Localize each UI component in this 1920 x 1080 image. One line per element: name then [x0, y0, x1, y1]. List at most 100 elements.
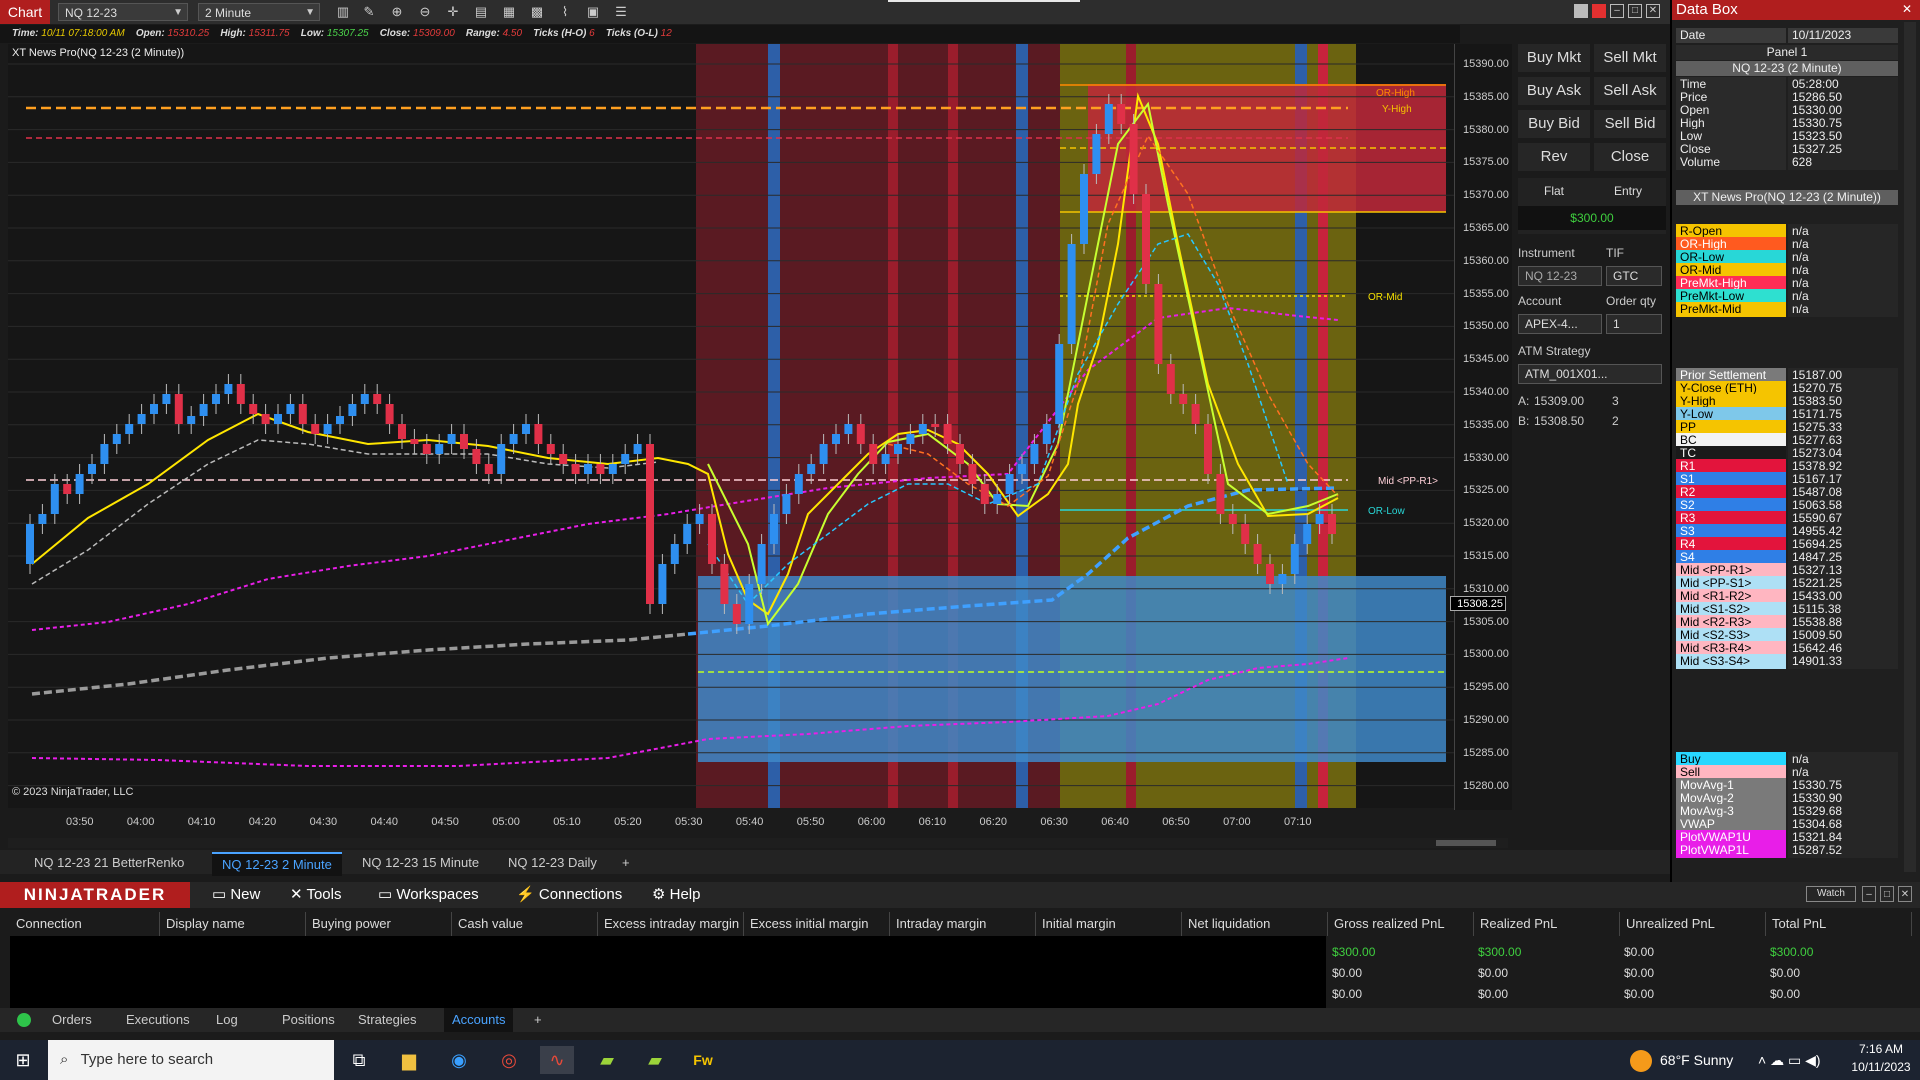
app-icon-1[interactable]: ▰: [590, 1046, 624, 1074]
add-tab-button[interactable]: +: [612, 852, 640, 874]
column-header[interactable]: Display name: [160, 912, 306, 936]
column-header[interactable]: Intraday margin: [890, 912, 1036, 936]
link-button[interactable]: [1592, 4, 1606, 18]
cc-tab-orders[interactable]: Orders: [44, 1008, 100, 1032]
close-icon[interactable]: ✕: [1900, 2, 1914, 16]
price-tick: 15340.00: [1463, 386, 1509, 398]
tray-icons[interactable]: ˄ ☁ ▭ ◀): [1758, 1040, 1821, 1080]
candle-body: [75, 474, 84, 494]
zoom-in-icon[interactable]: ⊕: [386, 3, 408, 21]
price-tick: 15320.00: [1463, 517, 1509, 530]
column-header[interactable]: Excess intraday margin: [598, 912, 744, 936]
scrollbar-thumb[interactable]: [1436, 840, 1496, 846]
tab-daily[interactable]: NQ 12-23 Daily: [498, 852, 607, 874]
templates-icon[interactable]: ▣: [582, 3, 604, 21]
menu-connections[interactable]: ⚡ Connections: [516, 882, 622, 908]
account-select-value: APEX-4...: [1525, 317, 1578, 331]
chart-window-label[interactable]: Chart: [0, 0, 50, 24]
candle-body: [1166, 364, 1175, 394]
order-qty-input[interactable]: 1: [1606, 314, 1662, 334]
column-header[interactable]: Realized PnL: [1474, 912, 1620, 936]
column-header[interactable]: Net liquidation: [1182, 912, 1328, 936]
app-icon-2[interactable]: ▰: [638, 1046, 672, 1074]
order-qty-value: 1: [1613, 317, 1620, 331]
column-header[interactable]: Cash value: [452, 912, 598, 936]
price-axis[interactable]: 15390.00 15385.00 15380.00 15375.00 15370.00…: [1454, 44, 1513, 810]
account-select[interactable]: APEX-4...: [1518, 314, 1602, 334]
minimize-icon[interactable]: –: [1862, 886, 1876, 902]
maximize-icon[interactable]: □: [1628, 4, 1642, 18]
sell-ask-button[interactable]: Sell Ask: [1594, 77, 1666, 105]
buy-market-button[interactable]: Buy Mkt: [1518, 44, 1590, 72]
candle-body: [844, 424, 853, 434]
price-chart-plot[interactable]: OR-High Y-High OR-Mid Mid <PP-R1> OR-Low: [8, 44, 1454, 808]
candle-body: [38, 514, 47, 524]
tif-select[interactable]: GTC: [1606, 266, 1662, 286]
column-header[interactable]: Buying power: [306, 912, 452, 936]
chrome-icon[interactable]: ◎: [492, 1046, 526, 1074]
buy-bid-button[interactable]: Buy Bid: [1518, 110, 1590, 138]
tab-2-minute[interactable]: NQ 12-23 2 Minute: [212, 852, 342, 876]
candle-body: [212, 394, 220, 404]
instrument-select[interactable]: NQ 12-23: [1518, 266, 1602, 286]
tab-15-minute[interactable]: NQ 12-23 15 Minute: [352, 852, 489, 874]
column-header[interactable]: Initial margin: [1036, 912, 1182, 936]
plug-icon: ⚡: [516, 886, 539, 903]
ninjatrader-app-icon[interactable]: ∿: [540, 1046, 574, 1074]
instrument-selector[interactable]: NQ 12-23 ▼: [58, 3, 188, 21]
sell-market-button[interactable]: Sell Mkt: [1594, 44, 1666, 72]
close-position-button[interactable]: Close: [1594, 143, 1666, 171]
label-or-low: OR-Low: [1368, 506, 1405, 517]
buy-ask-button[interactable]: Buy Ask: [1518, 77, 1590, 105]
watch-button[interactable]: Watch: [1806, 886, 1856, 902]
atm-strategy-select[interactable]: ATM_001X01...: [1518, 364, 1662, 384]
maximize-icon[interactable]: □: [1880, 886, 1894, 902]
column-header[interactable]: Excess initial margin: [744, 912, 890, 936]
fireworks-icon[interactable]: Fw: [686, 1046, 720, 1074]
column-header[interactable]: Unrealized PnL: [1620, 912, 1766, 936]
horizontal-scrollbar[interactable]: [8, 838, 1508, 848]
task-view-icon[interactable]: ⧉: [342, 1046, 376, 1074]
menu-workspaces[interactable]: ▭ Workspaces: [378, 882, 479, 908]
sell-bid-button[interactable]: Sell Bid: [1594, 110, 1666, 138]
close-icon[interactable]: ✕: [1646, 4, 1660, 18]
ask-price: 15309.00: [1534, 394, 1585, 408]
candle-body: [1328, 514, 1336, 534]
pencil-icon[interactable]: ✎: [358, 3, 380, 21]
tab-betterrenko[interactable]: NQ 12-23 21 BetterRenko: [24, 852, 194, 874]
cc-tab-positions[interactable]: Positions: [274, 1008, 343, 1032]
cc-add-tab-button[interactable]: +: [526, 1008, 550, 1032]
interval-selector[interactable]: 2 Minute ▼: [198, 3, 320, 21]
reverse-button[interactable]: Rev: [1518, 143, 1590, 171]
file-explorer-icon[interactable]: ▆: [392, 1046, 426, 1074]
cc-tab-log[interactable]: Log: [208, 1008, 246, 1032]
zoom-out-icon[interactable]: ⊖: [414, 3, 436, 21]
cc-tab-executions[interactable]: Executions: [118, 1008, 198, 1032]
candle-body: [447, 434, 456, 444]
column-header[interactable]: Gross realized PnL: [1328, 912, 1474, 936]
indicators-icon[interactable]: ▩: [526, 3, 548, 21]
cc-tab-strategies[interactable]: Strategies: [350, 1008, 425, 1032]
cc-tab-accounts[interactable]: Accounts: [444, 1008, 514, 1032]
bar-type-icon[interactable]: ▥: [332, 3, 354, 21]
panel-header: Panel 1: [1676, 45, 1898, 60]
taskbar-search[interactable]: ⌕ Type here to search: [48, 1040, 334, 1080]
column-header[interactable]: Total PnL: [1766, 912, 1912, 936]
properties-icon[interactable]: ▤: [470, 3, 492, 21]
vertical-scrollbar[interactable]: [1904, 22, 1916, 872]
menu-new[interactable]: ▭ New: [212, 882, 260, 908]
menu-tools[interactable]: ✕ Tools: [290, 882, 342, 908]
crosshair-icon[interactable]: ✛: [442, 3, 464, 21]
minimize-icon[interactable]: –: [1610, 4, 1624, 18]
close-icon[interactable]: ✕: [1898, 886, 1912, 902]
minimize-grey-button[interactable]: [1574, 4, 1588, 18]
menu-help[interactable]: ⚙ Help: [652, 882, 700, 908]
trader-icon[interactable]: ▦: [498, 3, 520, 21]
edge-icon[interactable]: ◉: [442, 1046, 476, 1074]
tif-select-value: GTC: [1613, 269, 1639, 283]
strategies-icon[interactable]: ⌇: [554, 3, 576, 21]
candle-body: [187, 416, 196, 424]
column-header[interactable]: Connection: [10, 912, 160, 936]
list-icon[interactable]: ☰: [610, 3, 632, 21]
windows-start-icon[interactable]: ⊞: [6, 1046, 40, 1074]
